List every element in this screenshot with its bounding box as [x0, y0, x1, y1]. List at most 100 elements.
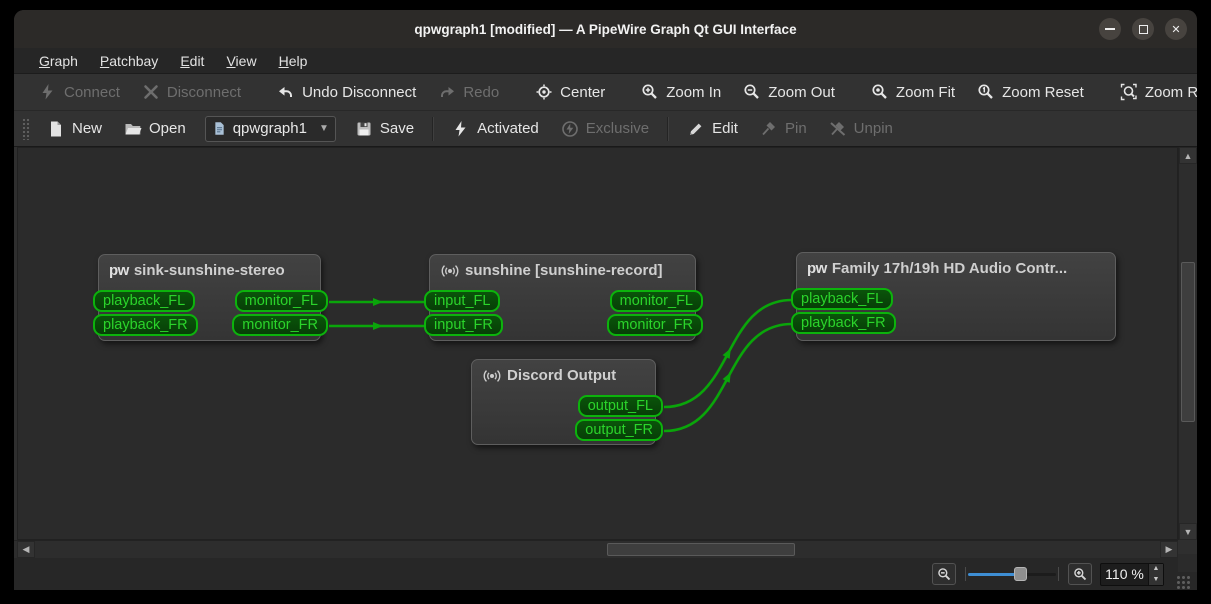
node-title: Family 17h/19h HD Audio Contr...: [831, 260, 1068, 277]
broadcast-icon: [441, 264, 459, 277]
scroll-right-button[interactable]: ▶: [1160, 541, 1178, 558]
zoom-fit-icon: [871, 83, 889, 101]
zoom-in-button[interactable]: Zoom In: [630, 77, 732, 107]
window-title: qpwgraph1 [modified] — A PipeWire Graph …: [414, 21, 797, 37]
scroll-up-button[interactable]: ▲: [1179, 147, 1197, 164]
save-icon: [357, 122, 371, 135]
center-icon: [536, 84, 552, 100]
broadcast-icon: [483, 369, 501, 382]
new-file-icon: [51, 121, 61, 136]
zoom-reset-button[interactable]: Zoom Reset: [966, 77, 1095, 107]
edit-pencil-icon: [690, 123, 702, 135]
menu-bar: Graph Patchbay Edit View Help: [14, 48, 1197, 74]
node-sink[interactable]: pw sink-sunshine-stereo playback_FL playbac…: [93, 254, 328, 341]
zoom-range-button[interactable]: Zoom Range: [1109, 77, 1197, 107]
zoom-out-button[interactable]: Zoom Out: [732, 77, 846, 107]
spin-down-button[interactable]: ▼: [1149, 574, 1163, 585]
scroll-left-button[interactable]: ◀: [17, 541, 35, 558]
disconnect-button[interactable]: Disconnect: [131, 77, 252, 107]
vertical-scrollbar[interactable]: ▲ ▼: [1178, 147, 1197, 540]
open-folder-icon: [125, 123, 142, 134]
resize-grip[interactable]: [1176, 575, 1191, 590]
patchbay-toolbar: New Open qpwgraph1 ▼ Save Activated Excl…: [14, 111, 1197, 147]
menu-graph[interactable]: Graph: [28, 48, 89, 73]
connection-lines: [328, 298, 793, 433]
port-playback_FR[interactable]: playback_FR: [791, 312, 896, 334]
horizontal-scroll-thumb[interactable]: [607, 543, 795, 556]
save-button[interactable]: Save: [344, 114, 425, 144]
scroll-down-button[interactable]: ▼: [1179, 523, 1197, 540]
zoom-range-icon: [1120, 83, 1138, 101]
port-monitor_FL[interactable]: monitor_FL: [609, 290, 703, 312]
zoom-in-icon: [641, 83, 659, 101]
activated-button[interactable]: Activated: [441, 114, 550, 144]
redo-icon: [438, 87, 455, 101]
pipewire-icon: pw: [807, 260, 827, 277]
statusbar-zoom-out-button[interactable]: [932, 563, 956, 585]
open-button[interactable]: Open: [113, 114, 197, 144]
zoom-slider[interactable]: [964, 563, 1060, 585]
horizontal-scrollbar[interactable]: ◀ ▶: [14, 540, 1178, 558]
menu-patchbay[interactable]: Patchbay: [89, 48, 169, 73]
title-bar[interactable]: qpwgraph1 [modified] — A PipeWire Graph …: [14, 10, 1197, 48]
port-output_FL[interactable]: output_FL: [577, 395, 663, 417]
spin-up-button[interactable]: ▲: [1149, 564, 1163, 575]
undo-button[interactable]: Undo Disconnect: [266, 77, 427, 107]
center-button[interactable]: Center: [524, 77, 616, 107]
connect-button[interactable]: Connect: [28, 77, 131, 107]
zoom-percent-value: 110 %: [1105, 566, 1144, 582]
exclusive-button[interactable]: Exclusive: [550, 114, 660, 144]
unpin-icon: [829, 120, 847, 138]
node-family[interactable]: pw Family 17h/19h HD Audio Contr... playba…: [791, 252, 1116, 341]
node-sunshine[interactable]: sunshine [sunshine-record] input_FL input_…: [424, 254, 703, 341]
zoom-in-icon: [1073, 567, 1088, 582]
pipewire-icon: pw: [109, 262, 129, 279]
patchbay-file-icon: [215, 122, 224, 135]
status-bar: 110 % ▲ ▼: [14, 558, 1197, 590]
exclusive-icon: [561, 120, 579, 138]
node-title: sunshine [sunshine-record]: [465, 262, 663, 279]
port-playback_FL[interactable]: playback_FL: [791, 288, 894, 310]
node-title: sink-sunshine-stereo: [133, 262, 285, 279]
port-output_FR[interactable]: output_FR: [575, 419, 663, 441]
port-input_FR[interactable]: input_FR: [424, 314, 503, 336]
edit-button[interactable]: Edit: [676, 114, 749, 144]
zoom-percent-spinbox[interactable]: 110 % ▲ ▼: [1100, 562, 1164, 586]
port-playback_FL[interactable]: playback_FL: [93, 290, 196, 312]
zoom-slider-handle[interactable]: [1014, 567, 1027, 581]
menu-edit[interactable]: Edit: [169, 48, 215, 73]
node-discord[interactable]: Discord Output output_FL output_FR: [471, 359, 663, 445]
connect-icon: [39, 83, 57, 101]
statusbar-zoom-in-button[interactable]: [1068, 563, 1092, 585]
zoom-out-icon: [937, 567, 952, 582]
zoom-fit-button[interactable]: Zoom Fit: [860, 77, 966, 107]
port-monitor_FL[interactable]: monitor_FL: [234, 290, 328, 312]
port-input_FL[interactable]: input_FL: [424, 290, 501, 312]
pin-button[interactable]: Pin: [749, 114, 818, 144]
node-title: Discord Output: [507, 367, 617, 384]
minimize-button[interactable]: [1099, 18, 1121, 40]
zoom-reset-icon: [977, 83, 995, 101]
port-playback_FR[interactable]: playback_FR: [93, 314, 198, 336]
pin-icon: [760, 120, 778, 138]
redo-button[interactable]: Redo: [427, 77, 510, 107]
toolbar-drag-handle[interactable]: [22, 117, 30, 140]
menu-view[interactable]: View: [215, 48, 267, 73]
close-button[interactable]: ✕: [1165, 18, 1187, 40]
menu-help[interactable]: Help: [268, 48, 319, 73]
graph-canvas[interactable]: pw sink-sunshine-stereo playback_FL playbac…: [17, 147, 1178, 540]
zoom-out-icon: [743, 83, 761, 101]
maximize-button[interactable]: [1132, 18, 1154, 40]
activated-icon: [452, 120, 470, 138]
unpin-button[interactable]: Unpin: [818, 114, 904, 144]
port-monitor_FR[interactable]: monitor_FR: [607, 314, 703, 336]
undo-icon: [279, 87, 295, 101]
port-monitor_FR[interactable]: monitor_FR: [232, 314, 328, 336]
vertical-scroll-thumb[interactable]: [1181, 262, 1195, 422]
chevron-down-icon: ▼: [318, 123, 329, 134]
graph-toolbar: Connect Disconnect Undo Disconnect Redo: [14, 74, 1197, 111]
patchbay-select[interactable]: qpwgraph1 ▼: [204, 115, 336, 142]
new-button[interactable]: New: [36, 114, 113, 144]
app-window: qpwgraph1 [modified] — A PipeWire Graph …: [14, 10, 1197, 590]
disconnect-icon: [142, 83, 160, 101]
